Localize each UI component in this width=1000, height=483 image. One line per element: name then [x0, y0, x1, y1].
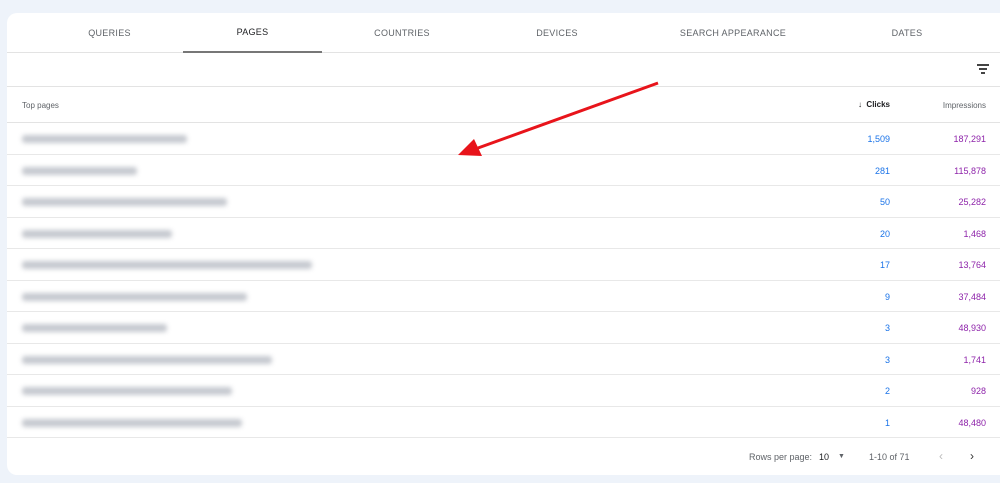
- impressions-value: 115,878: [954, 165, 986, 176]
- tab-dates[interactable]: DATES: [862, 13, 952, 53]
- page-url-blurred[interactable]: [22, 324, 167, 332]
- table-row[interactable]: 2 928: [7, 375, 1000, 407]
- page-url-blurred[interactable]: [22, 166, 137, 175]
- next-page-icon[interactable]: ›: [970, 449, 974, 463]
- previous-page-icon[interactable]: ‹: [939, 449, 943, 463]
- table-row[interactable]: 3 48,930: [7, 312, 1000, 344]
- page-url-blurred[interactable]: [22, 198, 227, 206]
- clicks-value: 3: [884, 354, 890, 365]
- table-row[interactable]: 1,509 187,291: [7, 123, 1000, 155]
- impressions-header[interactable]: Impressions: [943, 101, 986, 110]
- clicks-value: 3: [884, 323, 890, 333]
- page-url-blurred[interactable]: [22, 292, 247, 301]
- clicks-value: 17: [879, 260, 890, 270]
- tab-bar: QUERIES PAGES COUNTRIES DEVICES SEARCH A…: [7, 13, 1000, 53]
- impressions-value: 37,484: [958, 291, 986, 302]
- impressions-value: 187,291: [953, 134, 986, 144]
- tab-countries[interactable]: COUNTRIES: [357, 13, 447, 53]
- filter-bar: [7, 53, 1000, 87]
- dropdown-arrow-icon[interactable]: ▼: [838, 453, 845, 460]
- filter-icon[interactable]: [977, 64, 989, 74]
- table-row[interactable]: 20 1,468: [7, 218, 1000, 249]
- top-pages-header: Top pages: [22, 101, 59, 110]
- page-range: 1-10 of 71: [869, 452, 910, 462]
- rows-per-page-select[interactable]: 10: [819, 452, 829, 462]
- page-url-blurred[interactable]: [22, 355, 272, 364]
- impressions-value: 1,468: [963, 228, 986, 239]
- table-row[interactable]: 1 48,480: [7, 407, 1000, 438]
- clicks-value: 50: [879, 197, 890, 207]
- impressions-value: 1,741: [963, 354, 986, 365]
- performance-table-card: QUERIES PAGES COUNTRIES DEVICES SEARCH A…: [7, 13, 1000, 475]
- clicks-value: 281: [874, 165, 890, 176]
- rows-per-page-label: Rows per page:: [749, 452, 813, 462]
- table-row[interactable]: 281 115,878: [7, 155, 1000, 186]
- page-url-blurred[interactable]: [22, 261, 312, 269]
- table-header: Top pages ↓ Clicks Impressions: [7, 87, 1000, 123]
- tab-devices[interactable]: DEVICES: [512, 13, 602, 53]
- page-url-blurred[interactable]: [22, 418, 242, 427]
- table-row[interactable]: 3 1,741: [7, 344, 1000, 375]
- clicks-value: 9: [884, 291, 890, 302]
- table-row[interactable]: 9 37,484: [7, 281, 1000, 312]
- page-url-blurred[interactable]: [22, 229, 172, 238]
- clicks-value: 1: [884, 417, 890, 428]
- tab-pages[interactable]: PAGES: [183, 13, 322, 53]
- clicks-value: 1,509: [867, 134, 890, 144]
- clicks-header-label: Clicks: [866, 100, 890, 109]
- table-body: 1,509 187,291 281 115,878 50 25,282 20 1…: [7, 123, 1000, 438]
- page-url-blurred[interactable]: [22, 135, 187, 143]
- tab-search-appearance[interactable]: SEARCH APPEARANCE: [667, 13, 799, 53]
- impressions-value: 13,764: [958, 260, 986, 270]
- table-row[interactable]: 17 13,764: [7, 249, 1000, 281]
- impressions-value: 48,480: [958, 417, 986, 428]
- impressions-value: 48,930: [958, 323, 986, 333]
- tab-queries[interactable]: QUERIES: [67, 13, 152, 53]
- clicks-value: 20: [879, 228, 890, 239]
- impressions-value: 928: [970, 386, 986, 396]
- clicks-header[interactable]: ↓ Clicks: [858, 100, 890, 109]
- table-row[interactable]: 50 25,282: [7, 186, 1000, 218]
- arrow-down-icon: ↓: [857, 100, 862, 109]
- impressions-value: 25,282: [958, 197, 986, 207]
- page-url-blurred[interactable]: [22, 387, 232, 395]
- clicks-value: 2: [884, 386, 890, 396]
- pagination: Rows per page: 10 ▼ 1-10 of 71 ‹ ›: [7, 438, 1000, 475]
